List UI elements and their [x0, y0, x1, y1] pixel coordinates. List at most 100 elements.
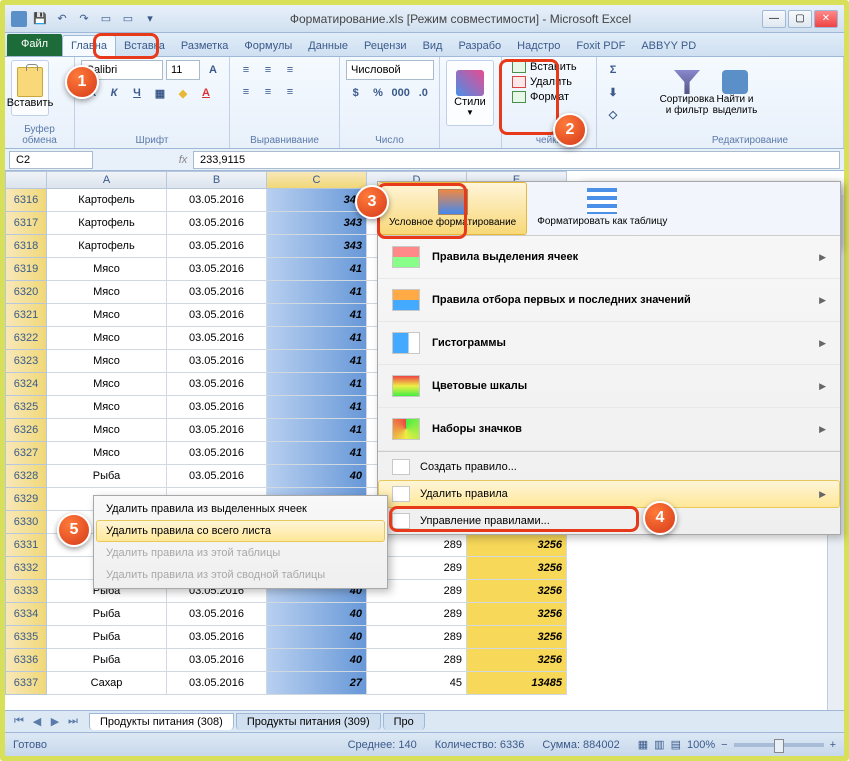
cells-format-button[interactable]: Формат	[508, 90, 590, 104]
clear-icon[interactable]: ◇	[603, 104, 623, 124]
cf-top-bottom-rules[interactable]: Правила отбора первых и последних значен…	[378, 279, 840, 322]
currency-icon[interactable]: $	[346, 83, 365, 103]
zoom-level[interactable]: 100%	[687, 739, 715, 751]
row-header[interactable]: 6321	[5, 304, 47, 327]
cell[interactable]: 13485	[467, 672, 567, 695]
cell[interactable]: 03.05.2016	[167, 465, 267, 488]
cell[interactable]: 289	[367, 603, 467, 626]
cell[interactable]: Мясо	[47, 281, 167, 304]
row-header[interactable]: 6336	[5, 649, 47, 672]
col-header-C[interactable]: C	[267, 171, 367, 189]
tab-abbyy[interactable]: ABBYY PD	[633, 36, 704, 56]
zoom-in-icon[interactable]: +	[830, 739, 836, 751]
qat-undo-icon[interactable]: ↶	[53, 10, 71, 28]
align-left-icon[interactable]: ≡	[236, 82, 256, 102]
sheet-tab-3[interactable]: Про	[383, 713, 425, 730]
cell[interactable]: 289	[367, 626, 467, 649]
cell[interactable]: 03.05.2016	[167, 396, 267, 419]
row-header[interactable]: 6337	[5, 672, 47, 695]
cell[interactable]: Мясо	[47, 396, 167, 419]
tab-foxit[interactable]: Foxit PDF	[568, 36, 633, 56]
cell[interactable]: 40	[267, 626, 367, 649]
col-header-A[interactable]: A	[47, 171, 167, 189]
row-header[interactable]: 6334	[5, 603, 47, 626]
cell[interactable]: 03.05.2016	[167, 442, 267, 465]
tab-review[interactable]: Рецензи	[356, 36, 415, 56]
cell[interactable]: Мясо	[47, 258, 167, 281]
sort-filter-button[interactable]: Сортировка и фильтр	[663, 60, 711, 126]
cell[interactable]: 03.05.2016	[167, 649, 267, 672]
cell[interactable]: 40	[267, 465, 367, 488]
cell[interactable]: 41	[267, 373, 367, 396]
cell[interactable]: 03.05.2016	[167, 212, 267, 235]
paste-button[interactable]: Вставить	[11, 60, 49, 116]
first-sheet-icon[interactable]: ⏮	[11, 714, 27, 730]
sheet-tab-2[interactable]: Продукты питания (309)	[236, 713, 381, 730]
tab-file[interactable]: Файл	[7, 34, 62, 56]
view-normal-icon[interactable]: ▦	[638, 738, 648, 751]
qat-print-icon[interactable]: ▾	[141, 10, 159, 28]
tab-home[interactable]: Главна	[62, 35, 116, 56]
clear-rules-sheet[interactable]: Удалить правила со всего листа	[96, 520, 385, 542]
cell[interactable]: 41	[267, 258, 367, 281]
cell[interactable]: 03.05.2016	[167, 235, 267, 258]
qat-open-icon[interactable]: ▭	[119, 10, 137, 28]
format-as-table-button[interactable]: Форматировать как таблицу	[527, 182, 677, 235]
cf-color-scales[interactable]: Цветовые шкалы▶	[378, 365, 840, 408]
next-sheet-icon[interactable]: ▶	[47, 714, 63, 730]
tab-pagelayout[interactable]: Разметка	[173, 36, 237, 56]
cell[interactable]: 41	[267, 304, 367, 327]
percent-icon[interactable]: %	[368, 83, 387, 103]
cell[interactable]: 3256	[467, 626, 567, 649]
qat-save-icon[interactable]: 💾	[31, 10, 49, 28]
cell[interactable]: 03.05.2016	[167, 626, 267, 649]
cell[interactable]: Мясо	[47, 327, 167, 350]
zoom-slider[interactable]	[734, 743, 824, 747]
cell[interactable]: Мясо	[47, 304, 167, 327]
align-mid-icon[interactable]: ≡	[258, 60, 278, 80]
fill-icon[interactable]: ⬇	[603, 82, 623, 102]
table-row[interactable]: 6334 Рыба 03.05.2016 40 289 3256	[5, 603, 844, 626]
cell[interactable]: 3256	[467, 534, 567, 557]
cell[interactable]: 03.05.2016	[167, 327, 267, 350]
row-header[interactable]: 6318	[5, 235, 47, 258]
row-header[interactable]: 6329	[5, 488, 47, 511]
row-header[interactable]: 6320	[5, 281, 47, 304]
row-header[interactable]: 6332	[5, 557, 47, 580]
row-header[interactable]: 6325	[5, 396, 47, 419]
qat-new-icon[interactable]: ▭	[97, 10, 115, 28]
tab-formulas[interactable]: Формулы	[236, 36, 300, 56]
close-button[interactable]: ✕	[814, 10, 838, 28]
comma-icon[interactable]: 000	[391, 83, 411, 103]
cell[interactable]: 03.05.2016	[167, 189, 267, 212]
col-header-B[interactable]: B	[167, 171, 267, 189]
cf-data-bars[interactable]: Гистограммы▶	[378, 322, 840, 365]
cell[interactable]: 289	[367, 649, 467, 672]
font-color-button[interactable]: A	[196, 83, 216, 103]
row-header[interactable]: 6319	[5, 258, 47, 281]
row-header[interactable]: 6330	[5, 511, 47, 534]
font-size-select[interactable]: 11	[166, 60, 200, 80]
select-all-corner[interactable]	[5, 171, 47, 189]
tab-insert[interactable]: Вставка	[116, 36, 173, 56]
cell[interactable]: 41	[267, 396, 367, 419]
row-header[interactable]: 6316	[5, 189, 47, 212]
row-header[interactable]: 6328	[5, 465, 47, 488]
cell[interactable]: 45	[367, 672, 467, 695]
cell[interactable]: Картофель	[47, 189, 167, 212]
cf-manage-rules[interactable]: Управление правилами...	[378, 508, 840, 534]
cell[interactable]: 3256	[467, 649, 567, 672]
number-format-select[interactable]: Числовой	[346, 60, 434, 80]
align-center-icon[interactable]: ≡	[258, 82, 278, 102]
cell[interactable]: 27	[267, 672, 367, 695]
cell[interactable]: 03.05.2016	[167, 350, 267, 373]
row-header[interactable]: 6317	[5, 212, 47, 235]
row-header[interactable]: 6327	[5, 442, 47, 465]
cell[interactable]: 03.05.2016	[167, 373, 267, 396]
cell[interactable]: 03.05.2016	[167, 672, 267, 695]
row-header[interactable]: 6324	[5, 373, 47, 396]
formula-input[interactable]: 233,9115	[193, 151, 840, 169]
cell[interactable]: 40	[267, 603, 367, 626]
table-row[interactable]: 6337 Сахар 03.05.2016 27 45 13485	[5, 672, 844, 695]
maximize-button[interactable]: ▢	[788, 10, 812, 28]
